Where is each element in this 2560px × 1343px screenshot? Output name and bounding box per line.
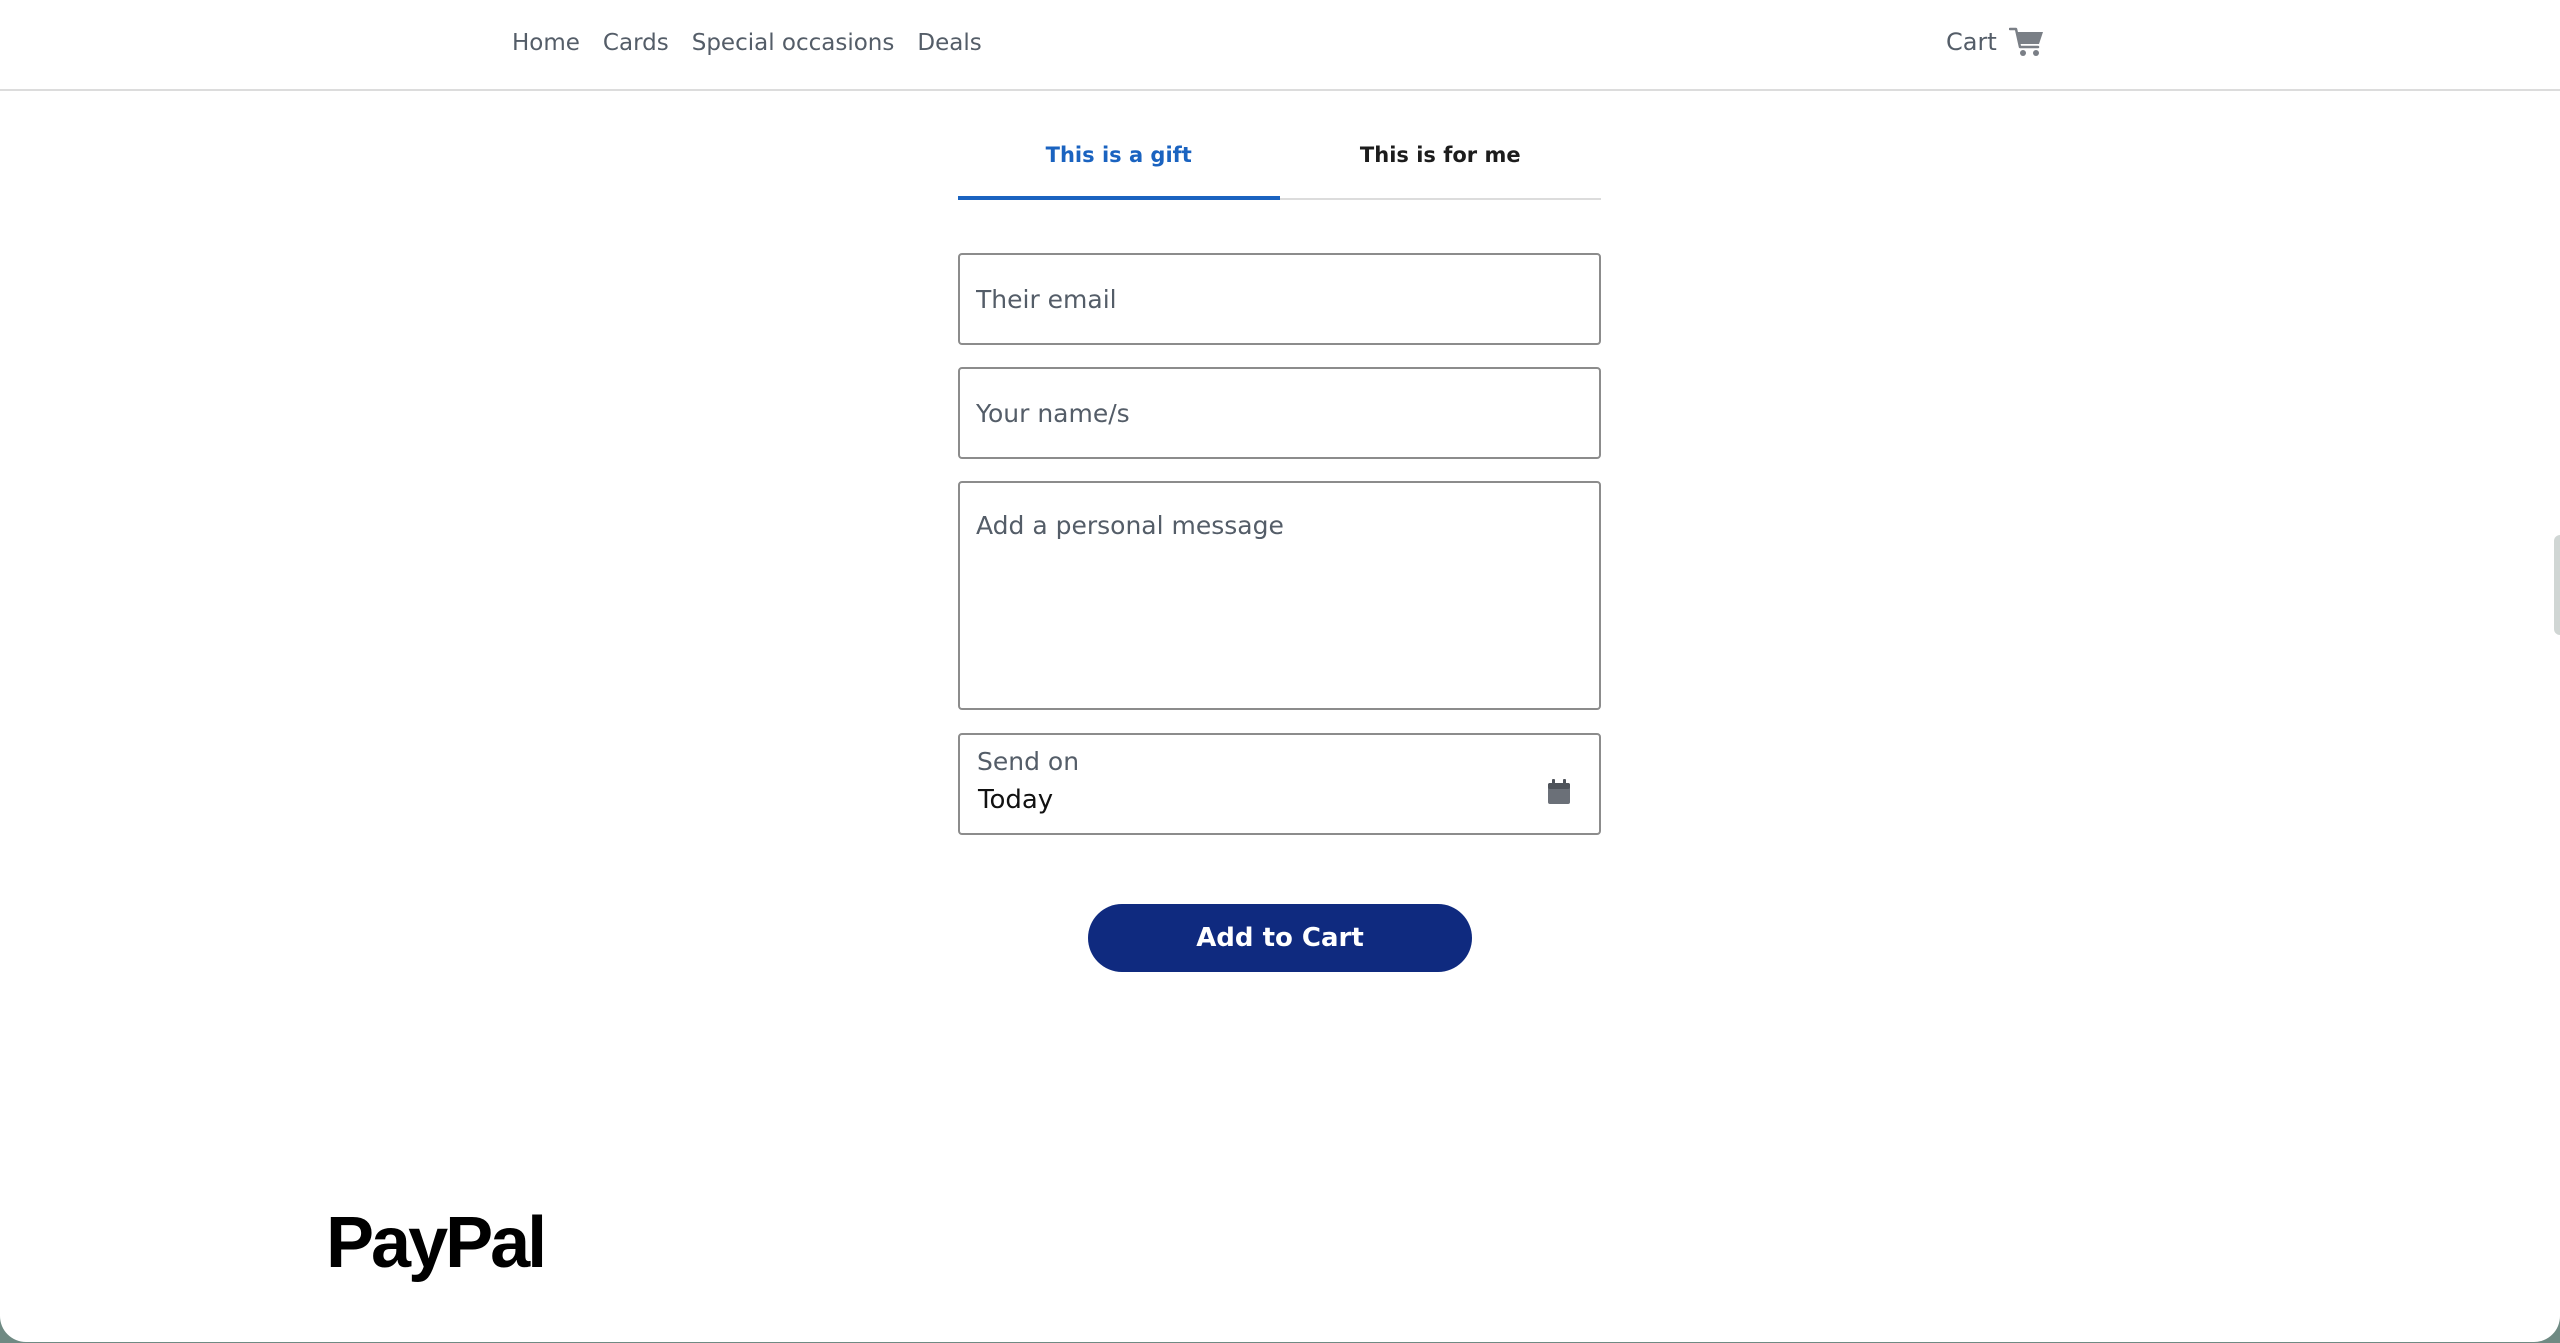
side-feedback-tab[interactable]	[2554, 535, 2560, 635]
cart-link[interactable]: Cart	[1946, 26, 2045, 58]
nav-link-deals[interactable]: Deals	[917, 30, 981, 56]
name-field[interactable]	[960, 369, 1599, 457]
gift-type-tabs: This is a gift This is for me	[958, 132, 1601, 200]
send-on-date-picker[interactable]: Send on Today	[958, 733, 1601, 835]
cart-label: Cart	[1946, 28, 1997, 56]
add-to-cart-button[interactable]: Add to Cart	[1088, 904, 1472, 972]
tab-this-is-a-gift[interactable]: This is a gift	[958, 132, 1280, 200]
top-navigation: Home Cards Special occasions Deals Cart	[0, 0, 2560, 91]
tab-this-is-for-me[interactable]: This is for me	[1280, 132, 1602, 198]
email-field[interactable]	[960, 255, 1599, 343]
page: Home Cards Special occasions Deals Cart …	[0, 0, 2560, 1342]
nav-links: Home Cards Special occasions Deals	[512, 30, 982, 56]
nav-link-home[interactable]: Home	[512, 30, 580, 56]
email-field-container	[958, 253, 1601, 345]
nav-link-special-occasions[interactable]: Special occasions	[692, 30, 895, 56]
nav-link-cards[interactable]: Cards	[603, 30, 669, 56]
calendar-icon[interactable]	[1547, 779, 1571, 805]
personal-message-field[interactable]	[960, 483, 1599, 708]
message-field-container	[958, 481, 1601, 710]
paypal-logo: PayPal	[326, 1203, 547, 1283]
send-on-label: Send on	[977, 747, 1080, 776]
name-field-container	[958, 367, 1601, 459]
send-on-value: Today	[978, 785, 1054, 815]
cart-icon	[2008, 27, 2043, 56]
